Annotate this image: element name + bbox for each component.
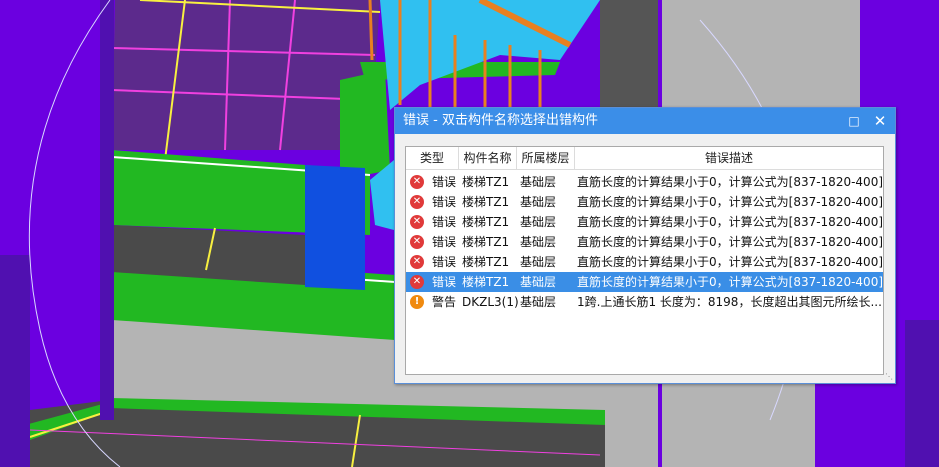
error-icon: ✕ [410,195,424,209]
table-row[interactable]: ✕ 错误 楼梯TZ1 基础层 直筋长度的计算结果小于0，计算公式为[837-1820-4… [406,212,883,232]
row-description: 直筋长度的计算结果小于0，计算公式为[837-1820-400] [577,175,882,189]
row-type: 错误 [432,255,457,269]
table-row[interactable]: ! 警告 DKZL3(1) 基础层 1跨.上通长筋1 长度为：8198，长度超出其图元所… [406,292,883,312]
resize-grip-icon[interactable]: ⋱ [885,373,893,381]
row-component-name[interactable]: 楼梯TZ1 [462,192,509,212]
row-floor: 基础层 [520,255,557,269]
row-floor: 基础层 [520,195,557,209]
row-description: 直筋长度的计算结果小于0，计算公式为[837-1820-400] [577,235,882,249]
maximize-icon[interactable]: □ [845,112,863,130]
row-component-name[interactable]: DKZL3(1) [462,292,519,312]
column-header-name[interactable]: 构件名称 [459,147,517,169]
row-component-name[interactable]: 楼梯TZ1 [462,252,509,272]
error-icon: ✕ [410,275,424,289]
dialog-title: 错误 - 双击构件名称选择出错构件 [403,113,598,128]
row-floor: 基础层 [520,175,557,189]
row-type: 错误 [432,275,457,289]
table-row[interactable]: ✕ 错误 楼梯TZ1 基础层 直筋长度的计算结果小于0，计算公式为[837-1820-4… [406,272,883,292]
dialog-titlebar[interactable]: 错误 - 双击构件名称选择出错构件 □ ✕ [395,108,895,134]
error-list[interactable]: 类型 构件名称 所属楼层 错误描述 ✕ 错误 楼梯TZ1 基础层 直筋长度的计算结果小于… [405,146,884,375]
column-header-description[interactable]: 错误描述 [575,147,883,169]
row-type: 警告 [432,295,457,309]
table-row[interactable]: ✕ 错误 楼梯TZ1 基础层 直筋长度的计算结果小于0，计算公式为[837-1820-4… [406,252,883,272]
row-description: 直筋长度的计算结果小于0，计算公式为[837-1820-400] [577,255,882,269]
table-row[interactable]: ✕ 错误 楼梯TZ1 基础层 直筋长度的计算结果小于0，计算公式为[837-1820-4… [406,172,883,192]
list-header: 类型 构件名称 所属楼层 错误描述 [406,147,883,170]
row-floor: 基础层 [520,215,557,229]
error-icon: ✕ [410,255,424,269]
row-component-name[interactable]: 楼梯TZ1 [462,212,509,232]
row-type: 错误 [432,175,457,189]
row-description: 1跨.上通长筋1 长度为：8198，长度超出其图元所绘长... [577,295,882,309]
close-icon[interactable]: ✕ [871,112,889,130]
row-floor: 基础层 [520,275,557,289]
warning-icon: ! [410,295,424,309]
table-row[interactable]: ✕ 错误 楼梯TZ1 基础层 直筋长度的计算结果小于0，计算公式为[837-1820-4… [406,192,883,212]
table-row[interactable]: ✕ 错误 楼梯TZ1 基础层 直筋长度的计算结果小于0，计算公式为[837-1820-4… [406,232,883,252]
column-header-floor[interactable]: 所属楼层 [517,147,575,169]
error-icon: ✕ [410,235,424,249]
row-component-name[interactable]: 楼梯TZ1 [462,232,509,252]
error-icon: ✕ [410,215,424,229]
row-type: 错误 [432,235,457,249]
row-description: 直筋长度的计算结果小于0，计算公式为[837-1820-400] [577,215,882,229]
row-component-name[interactable]: 楼梯TZ1 [462,172,509,192]
row-description: 直筋长度的计算结果小于0，计算公式为[837-1820-400] [577,275,882,289]
row-description: 直筋长度的计算结果小于0，计算公式为[837-1820-400] [577,195,882,209]
row-type: 错误 [432,195,457,209]
row-type: 错误 [432,215,457,229]
row-component-name[interactable]: 楼梯TZ1 [462,272,509,292]
row-floor: 基础层 [520,235,557,249]
row-floor: 基础层 [520,295,557,309]
error-icon: ✕ [410,175,424,189]
column-header-type[interactable]: 类型 [406,147,459,169]
error-dialog: 错误 - 双击构件名称选择出错构件 □ ✕ 类型 构件名称 所属楼层 错误描述 … [394,107,896,384]
